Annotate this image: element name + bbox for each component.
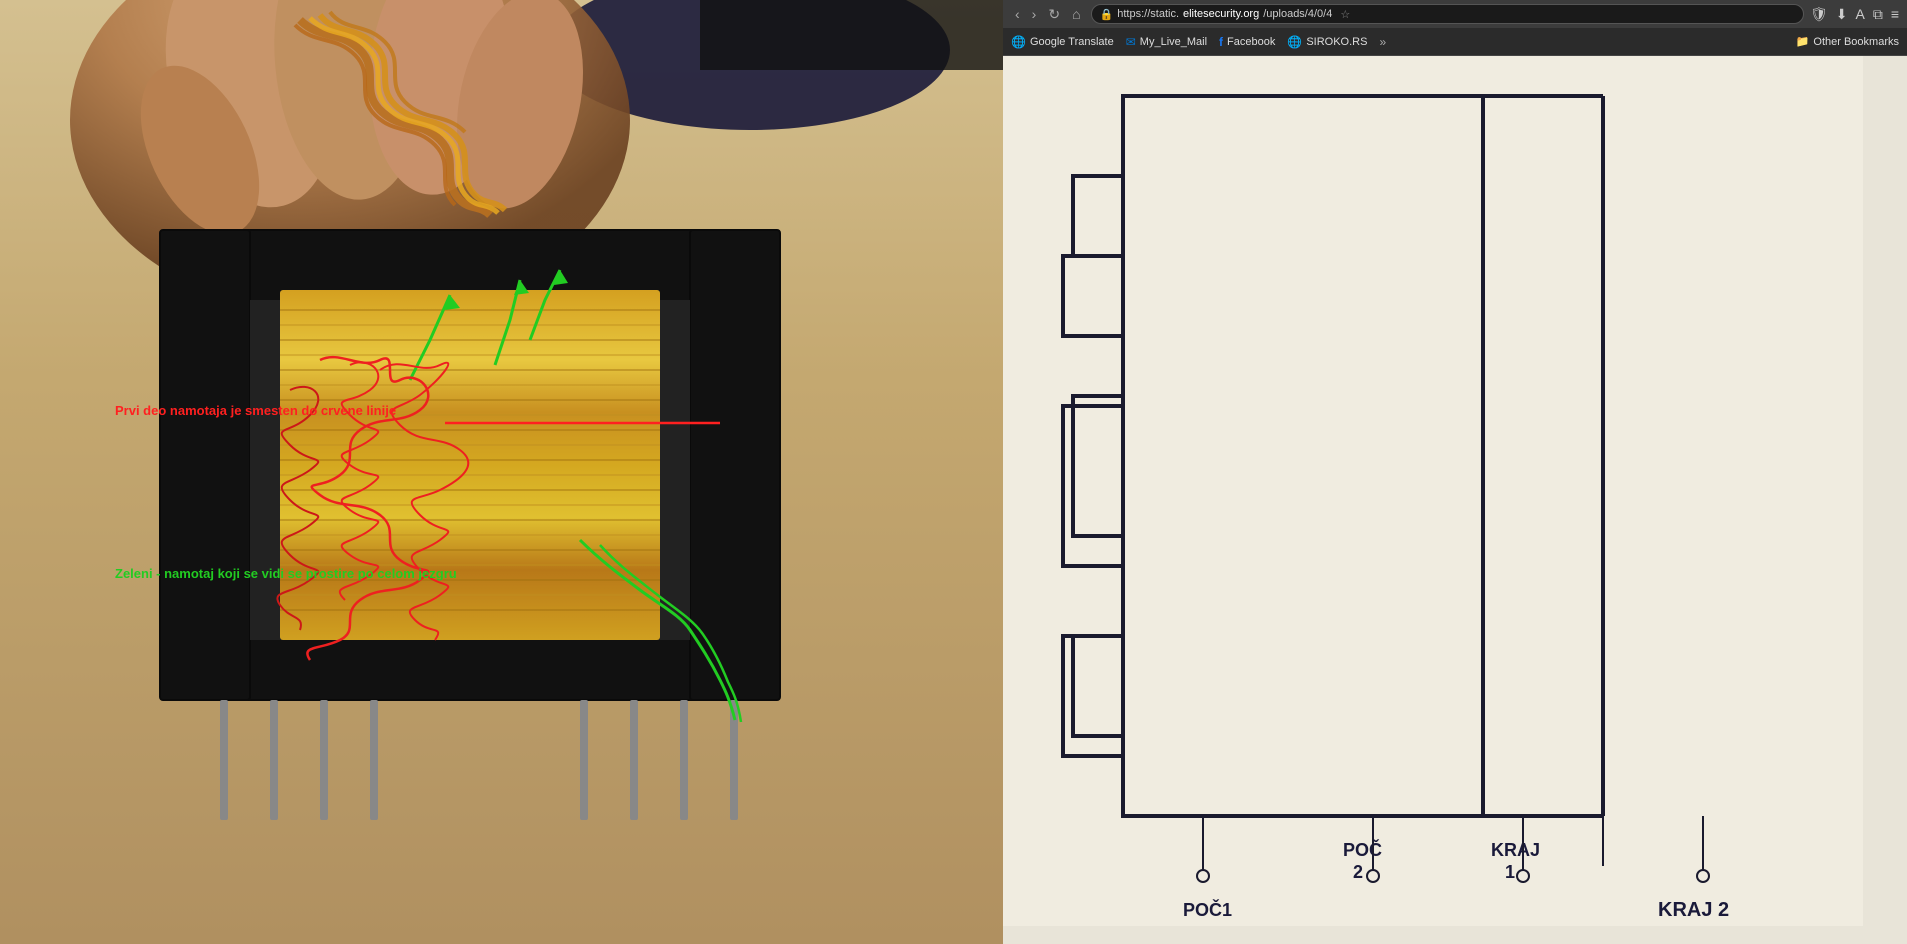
facebook-icon: f [1219, 35, 1223, 49]
browser-toolbar: ‹ › ↻ ⌂ 🔒 https://static. elitesecurity.… [1003, 0, 1907, 28]
nav-buttons: ‹ › ↻ ⌂ [1011, 4, 1085, 25]
siroko-icon: 🌐 [1287, 35, 1302, 49]
bookmarks-bar: 🌐 Google Translate ✉ My_Live_Mail f Face… [1003, 28, 1907, 56]
bookmark-label: SIROKO.RS [1306, 36, 1367, 48]
svg-text:KRAJ 2: KRAJ 2 [1658, 899, 1729, 921]
star-icon: ☆ [1340, 8, 1350, 21]
other-bookmarks-label: Other Bookmarks [1813, 36, 1899, 48]
svg-text:Zeleni - namotaj koji se vidi: Zeleni - namotaj koji se vidi se prostir… [115, 566, 457, 581]
back-button[interactable]: ‹ [1011, 4, 1024, 24]
lock-icon: 🔒 [1100, 8, 1114, 21]
mail-icon: ✉ [1126, 35, 1136, 49]
svg-text:POČ1: POČ1 [1183, 899, 1232, 920]
more-bookmarks[interactable]: » [1379, 35, 1386, 49]
menu-icon[interactable]: ≡ [1891, 6, 1899, 22]
home-button[interactable]: ⌂ [1068, 4, 1084, 24]
left-photo-area: Prvi deo namotaja je smesten do crvene l… [0, 0, 1003, 944]
bookmark-google-translate[interactable]: 🌐 Google Translate [1011, 35, 1114, 49]
toolbar-icons: 🛡 ⬇ A ⧉ ≡ [1810, 6, 1899, 23]
forward-button[interactable]: › [1028, 4, 1041, 24]
photo-svg: Prvi deo namotaja je smesten do crvene l… [0, 0, 1003, 944]
reload-button[interactable]: ↻ [1044, 4, 1064, 25]
url-domain: elitesecurity.org [1183, 8, 1259, 20]
transformer-diagram: POČ1 POČ 2 KRAJ 1 KRAJ 2 [1003, 56, 1863, 926]
bookmark-my-live-mail[interactable]: ✉ My_Live_Mail [1126, 35, 1207, 49]
browser-window: ‹ › ↻ ⌂ 🔒 https://static. elitesecurity.… [1003, 0, 1907, 944]
download-icon[interactable]: ⬇ [1836, 6, 1848, 23]
other-bookmarks[interactable]: 📁 Other Bookmarks [1796, 35, 1899, 48]
profile-icon[interactable]: A [1855, 6, 1864, 22]
shield-icon: 🛡 [1810, 6, 1828, 23]
bookmark-label: Google Translate [1030, 36, 1114, 48]
google-translate-icon: 🌐 [1011, 35, 1026, 49]
page-load-progress [0, 939, 760, 944]
svg-text:2: 2 [1353, 862, 1363, 882]
svg-text:KRAJ: KRAJ [1491, 840, 1540, 860]
bookmark-siroko[interactable]: 🌐 SIROKO.RS [1287, 35, 1367, 49]
folder-icon: 📁 [1796, 35, 1810, 48]
url-prefix: https://static. [1117, 8, 1179, 20]
bookmark-label: My_Live_Mail [1140, 36, 1207, 48]
bookmark-facebook[interactable]: f Facebook [1219, 35, 1275, 49]
svg-text:POČ: POČ [1343, 839, 1382, 860]
browser-content: POČ1 POČ 2 KRAJ 1 KRAJ 2 [1003, 56, 1907, 944]
extensions-icon[interactable]: ⧉ [1873, 6, 1883, 23]
url-suffix: /uploads/4/0/4 [1263, 8, 1332, 20]
bookmark-label: Facebook [1227, 36, 1275, 48]
svg-text:Prvi deo namotaja je smesten d: Prvi deo namotaja je smesten do crvene l… [115, 403, 396, 418]
wood-background [0, 0, 1003, 944]
svg-text:1: 1 [1505, 862, 1515, 882]
address-bar[interactable]: 🔒 https://static. elitesecurity.org /upl… [1091, 4, 1804, 24]
